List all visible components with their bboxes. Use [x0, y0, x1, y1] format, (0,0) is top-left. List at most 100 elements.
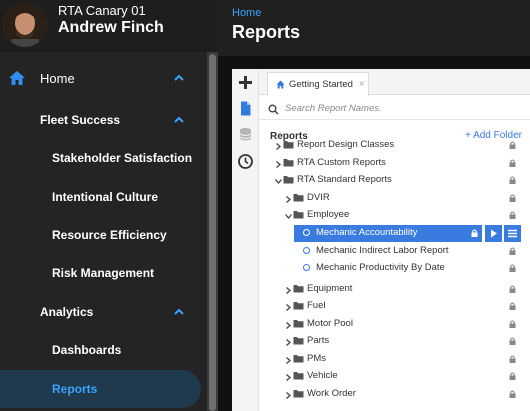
database-icon[interactable] [237, 126, 254, 143]
tree-folder-row[interactable]: Report Design Classes [259, 137, 530, 154]
chevron-up-icon [172, 113, 186, 127]
tree-folder-row[interactable]: Employee [259, 207, 530, 224]
tree-folder-row[interactable]: RTA Standard Reports [259, 172, 530, 189]
avatar[interactable] [3, 3, 47, 47]
sidebar-item-stakeholder-satisfaction[interactable]: Stakeholder Satisfaction [0, 139, 205, 177]
sidebar-item-resource-efficiency[interactable]: Resource Efficiency [0, 216, 205, 254]
sidebar: RTA Canary 01 Andrew Finch Home Fleet Su… [0, 0, 218, 411]
close-icon[interactable]: × [359, 79, 365, 90]
lock-icon [509, 159, 516, 167]
sidebar-item-fleet-success[interactable]: Fleet Success [0, 101, 205, 139]
lock-icon [509, 302, 516, 310]
home-icon [276, 80, 285, 89]
folder-icon [293, 301, 304, 310]
tree-report-row[interactable]: Mechanic Accountability [259, 225, 530, 242]
report-dot-icon [303, 264, 310, 271]
tree-report-label: Mechanic Indirect Labor Report [316, 245, 449, 256]
tree-folder-row[interactable]: Vehicle [259, 368, 530, 385]
lock-icon [509, 194, 516, 202]
chevron-right-icon[interactable] [285, 195, 291, 203]
breadcrumb[interactable]: Home [232, 7, 261, 19]
sidebar-item-label: Resource Efficiency [52, 228, 167, 242]
chevron-right-icon[interactable] [285, 321, 291, 329]
tree-folder-row[interactable]: Parts [259, 333, 530, 350]
tree-folder-label: Employee [307, 209, 350, 220]
tree-folder-label: Motor Pool [307, 318, 353, 329]
sidebar-item-home[interactable]: Home [0, 59, 205, 97]
report-dot-icon [303, 229, 310, 236]
tree-folder-label: Parts [307, 335, 330, 346]
clock-icon[interactable] [237, 153, 254, 170]
tool-column [232, 69, 259, 411]
tree-folder-label: Equipment [307, 283, 353, 294]
sidebar-item-risk-management[interactable]: Risk Management [0, 254, 205, 292]
organization-name: RTA Canary 01 [58, 3, 146, 18]
tree-report-label: Mechanic Productivity By Date [316, 262, 445, 273]
tree-folder-label: Vehicle [307, 370, 338, 381]
folder-icon [293, 319, 304, 328]
folder-icon [293, 371, 304, 380]
tree-folder-row[interactable]: Equipment [259, 281, 530, 298]
chevron-down-icon[interactable] [285, 212, 292, 219]
tab-bar: Getting Started × [259, 69, 530, 96]
tree-folder-row[interactable]: Fuel [259, 298, 530, 315]
user-profile: RTA Canary 01 Andrew Finch [0, 0, 218, 52]
lock-icon [509, 264, 516, 272]
add-icon[interactable] [237, 74, 254, 91]
tree-report-row[interactable]: Mechanic Productivity By Date [259, 260, 530, 277]
chevron-right-icon[interactable] [285, 356, 291, 364]
tree-report-label: Mechanic Accountability [316, 227, 418, 238]
chevron-right-icon[interactable] [285, 303, 291, 311]
folder-icon [293, 336, 304, 345]
report-menu-button[interactable] [504, 225, 521, 242]
chevron-right-icon[interactable] [285, 286, 291, 294]
chevron-right-icon[interactable] [285, 373, 291, 381]
lock-icon [509, 176, 516, 184]
lock-icon [509, 337, 516, 345]
tree-folder-row[interactable]: Work Order [259, 386, 530, 403]
search-input[interactable] [285, 100, 505, 116]
tab-label: Getting Started [289, 79, 353, 90]
search-icon [268, 102, 279, 115]
run-report-button[interactable] [485, 225, 502, 242]
tree-folder-label: Report Design Classes [297, 139, 395, 150]
page-header: Home Reports [218, 0, 530, 56]
folder-icon [293, 210, 304, 219]
tree-folder-row[interactable]: RTA Custom Reports [259, 155, 530, 172]
lock-icon [509, 247, 516, 255]
sidebar-item-intentional-culture[interactable]: Intentional Culture [0, 178, 205, 216]
tree-folder-row[interactable]: Motor Pool [259, 316, 530, 333]
tree-folder-label: DVIR [307, 192, 330, 203]
lock-icon [509, 285, 516, 293]
tree-folder-label: RTA Standard Reports [297, 174, 392, 185]
sidebar-item-analytics[interactable]: Analytics [0, 293, 205, 331]
tree-folder-label: RTA Custom Reports [297, 157, 386, 168]
user-name: Andrew Finch [58, 19, 164, 36]
chevron-right-icon[interactable] [275, 160, 281, 168]
lock-icon [509, 355, 516, 363]
sidebar-item-label: Stakeholder Satisfaction [52, 151, 193, 165]
tree-report-row[interactable]: Mechanic Indirect Labor Report [259, 243, 530, 260]
tab-getting-started[interactable]: Getting Started × [267, 72, 369, 96]
chevron-right-icon[interactable] [285, 338, 291, 346]
app-window: RTA Canary 01 Andrew Finch Home Fleet Su… [0, 0, 530, 411]
chevron-down-icon[interactable] [275, 177, 282, 184]
tree-folder-label: Work Order [307, 388, 356, 399]
tree-folder-row[interactable]: DVIR [259, 190, 530, 207]
lock-icon [509, 390, 516, 398]
document-icon[interactable] [237, 100, 254, 117]
chevron-right-icon[interactable] [275, 142, 281, 150]
sidebar-item-label: Dashboards [52, 343, 122, 357]
lock-icon [509, 372, 516, 380]
chevron-right-icon[interactable] [285, 391, 291, 399]
folder-icon [283, 158, 294, 167]
sidebar-scroll-thumb[interactable] [209, 54, 216, 411]
sidebar-item-label: Risk Management [52, 266, 155, 280]
sidebar-item-label: Home [40, 70, 75, 86]
sidebar-item-dashboards[interactable]: Dashboards [0, 331, 205, 369]
lock-icon [509, 320, 516, 328]
tree-folder-row[interactable]: PMs [259, 351, 530, 368]
sidebar-item-reports[interactable]: Reports [0, 370, 201, 408]
chevron-up-icon [172, 71, 186, 85]
sidebar-item-label: Reports [52, 382, 98, 396]
